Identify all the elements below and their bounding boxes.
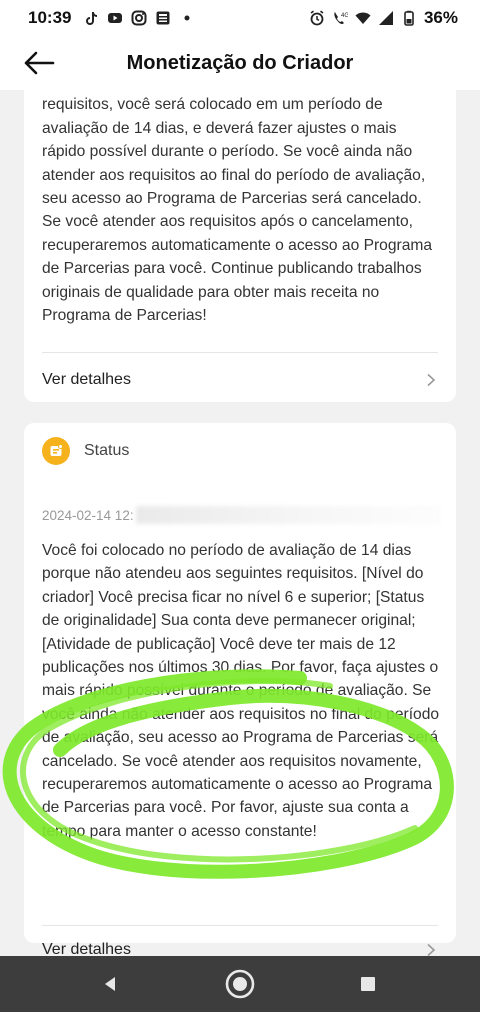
wifi-icon [355, 12, 371, 24]
see-details-label: Ver detalhes [42, 941, 131, 956]
see-details-button[interactable]: Ver detalhes [42, 358, 438, 402]
status-date-text: 2024-02-14 12: [42, 507, 134, 523]
instagram-icon [131, 10, 147, 26]
nav-back-button[interactable] [94, 968, 126, 1000]
triangle-back-icon [105, 977, 115, 991]
dot-icon [184, 15, 190, 21]
app-header: Monetização do Criador [0, 36, 480, 90]
signal-icon [378, 11, 393, 25]
system-nav-bar [0, 956, 480, 1012]
status-card: Status 2024-02-14 12: Você foi colocado … [24, 423, 456, 956]
battery-icon [404, 10, 414, 26]
status-label: Status [84, 442, 130, 459]
tiktok-icon [86, 12, 98, 25]
status-header: Status [42, 435, 129, 467]
divider [42, 352, 438, 353]
status-bar: 10:39 4G 36% [0, 0, 480, 36]
status-time: 10:39 [28, 8, 72, 27]
redacted-time [135, 506, 442, 524]
svg-text:4G: 4G [341, 13, 348, 19]
info-card-text: últimos 30 dias. Se você não atender a q… [42, 96, 433, 325]
status-date: 2024-02-14 12: [42, 495, 442, 535]
square-recents-icon [361, 977, 375, 991]
system-icons: 4G 36% [302, 8, 458, 28]
divider [42, 925, 438, 926]
notification-icons [83, 10, 203, 26]
arrow-left-icon [24, 51, 55, 75]
info-card: últimos 30 dias. Se você não atender a q… [24, 90, 456, 402]
youtube-icon [108, 13, 123, 23]
volte-icon: 4G [334, 12, 348, 24]
status-card-text: Você foi colocado no período de avaliaçã… [42, 542, 440, 840]
content-scroll[interactable]: últimos 30 dias. Se você não atender a q… [0, 90, 480, 956]
chevron-right-icon [427, 943, 436, 956]
nav-home-button[interactable] [224, 968, 256, 1000]
see-details-button[interactable]: Ver detalhes [42, 928, 438, 956]
see-details-label: Ver detalhes [42, 371, 131, 388]
battery-percent: 36% [423, 8, 458, 27]
back-button[interactable] [22, 48, 56, 78]
status-icon [42, 437, 70, 465]
alarm-icon [310, 10, 324, 26]
circle-home-icon [225, 969, 255, 999]
news-icon [156, 11, 170, 25]
page-title: Monetização do Criador [126, 51, 354, 74]
nav-recents-button[interactable] [352, 968, 384, 1000]
chevron-right-icon [427, 373, 436, 387]
